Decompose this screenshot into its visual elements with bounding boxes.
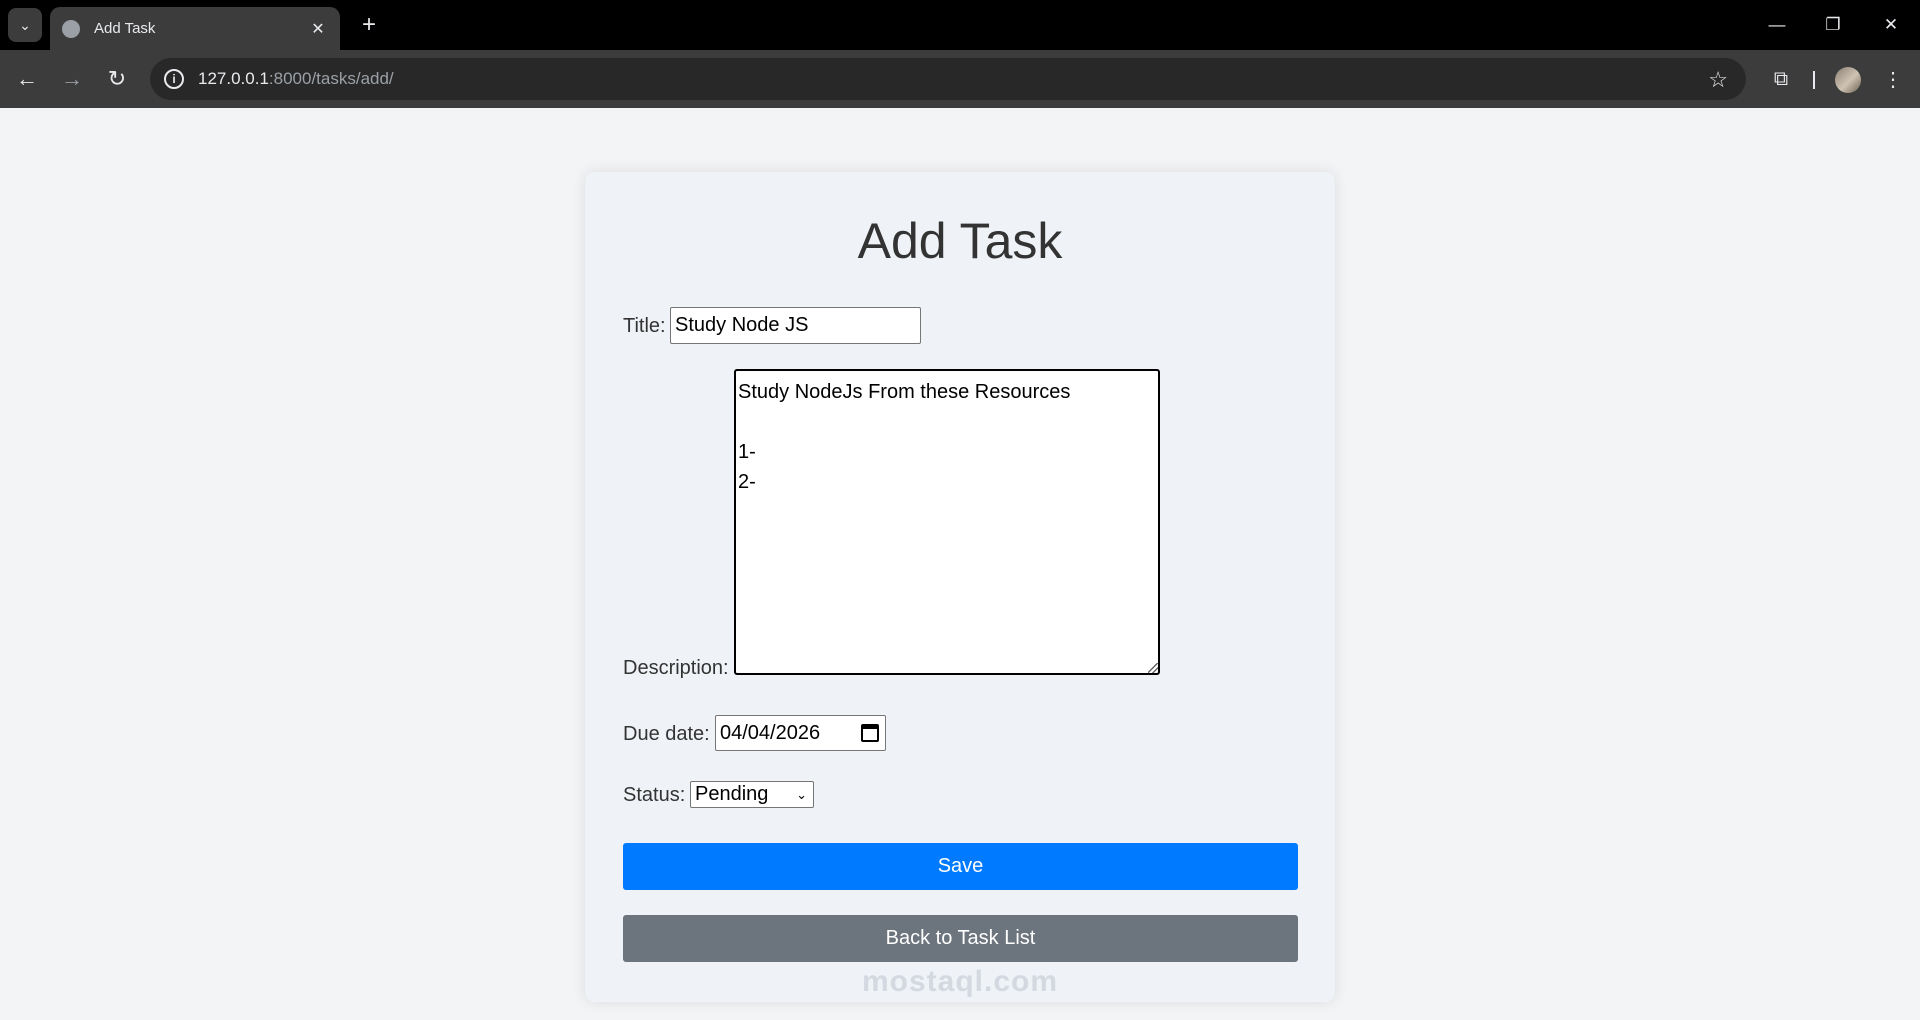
add-task-card: Add Task Title: Study Node JS Descriptio… — [585, 172, 1335, 1002]
globe-icon — [62, 19, 80, 38]
title-label: Title: — [623, 315, 666, 337]
avatar[interactable] — [1835, 67, 1861, 93]
page: Add Task Title: Study Node JS Descriptio… — [0, 108, 1920, 1020]
title-input-value: Study Node JS — [675, 314, 809, 336]
tab-strip: ⌄ Add Task ✕ + — ❐ ✕ — [0, 0, 1920, 50]
forward-icon[interactable]: → — [55, 62, 89, 96]
due-date-value: 04/04/2026 — [720, 721, 821, 744]
star-icon[interactable]: ☆ — [1708, 67, 1728, 93]
back-to-task-list-button[interactable]: Back to Task List — [623, 915, 1298, 962]
description-textarea[interactable]: Study NodeJs From these Resources 1- 2- — [734, 369, 1160, 675]
close-icon[interactable]: ✕ — [308, 19, 328, 39]
due-date-input[interactable]: 04/04/2026 — [715, 715, 886, 751]
page-title: Add Task — [857, 213, 1063, 269]
restore-icon[interactable]: ❐ — [1813, 8, 1853, 42]
more-icon[interactable]: ⋮ — [1876, 62, 1910, 96]
toolbar-divider — [1813, 71, 1815, 89]
status-select[interactable]: Pending ⌄ — [690, 781, 814, 808]
close-window-icon[interactable]: ✕ — [1871, 8, 1911, 42]
plus-icon[interactable]: + — [354, 10, 384, 40]
tab-list-icon[interactable]: ⌄ — [8, 8, 42, 42]
extensions-icon[interactable]: ⧉ — [1764, 62, 1798, 96]
description-label: Description: — [623, 657, 729, 679]
back-icon[interactable]: ← — [10, 62, 44, 96]
due-date-label: Due date: — [623, 723, 710, 745]
status-value: Pending — [695, 783, 769, 805]
address-bar[interactable]: i 127.0.0.1:8000/tasks/add/ ☆ — [150, 58, 1746, 100]
title-input[interactable]: Study Node JS — [670, 307, 921, 344]
chevron-down-icon: ⌄ — [796, 786, 807, 802]
reload-icon[interactable]: ↻ — [100, 62, 134, 96]
resize-handle-icon[interactable] — [1148, 663, 1158, 673]
calendar-icon[interactable] — [861, 724, 879, 742]
status-label: Status: — [623, 784, 686, 806]
tab-add-task[interactable]: Add Task ✕ — [50, 7, 340, 50]
save-button[interactable]: Save — [623, 843, 1298, 890]
url-host: 127.0.0.1 — [198, 69, 269, 88]
watermark: mostaql.com — [861, 965, 1059, 998]
url-path: :8000/tasks/add/ — [268, 69, 394, 88]
tab-title: Add Task — [94, 20, 156, 37]
info-icon[interactable]: i — [164, 69, 184, 89]
minimize-icon[interactable]: — — [1757, 8, 1797, 42]
browser-toolbar: ← → ↻ i 127.0.0.1:8000/tasks/add/ ☆ ⧉ ⋮ — [0, 50, 1920, 108]
